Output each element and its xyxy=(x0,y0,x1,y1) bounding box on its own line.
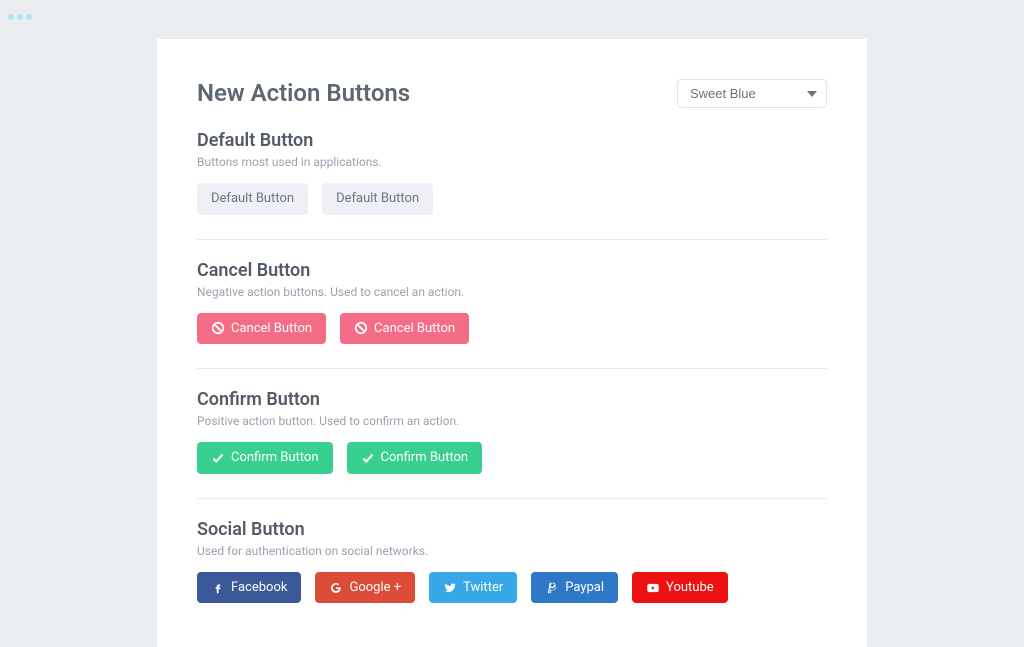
check-icon xyxy=(211,451,225,465)
paypal-icon xyxy=(545,581,559,595)
ban-icon xyxy=(354,321,368,335)
section-default-title: Default Button xyxy=(197,130,827,151)
cancel-button[interactable]: Cancel Button xyxy=(197,313,326,345)
youtube-icon xyxy=(646,581,660,595)
window-dots xyxy=(0,0,1024,29)
cancel-button[interactable]: Cancel Button xyxy=(340,313,469,345)
section-confirm: Confirm Button Positive action button. U… xyxy=(197,389,827,499)
twitter-icon xyxy=(443,581,457,595)
youtube-button[interactable]: Youtube xyxy=(632,572,728,604)
button-label: Cancel Button xyxy=(374,321,455,337)
facebook-icon xyxy=(211,581,225,595)
button-label: Default Button xyxy=(211,191,294,207)
section-cancel-desc: Negative action buttons. Used to cancel … xyxy=(197,285,827,299)
theme-select-wrap[interactable]: Sweet Blue xyxy=(677,79,827,108)
button-label: Default Button xyxy=(336,191,419,207)
ban-icon xyxy=(211,321,225,335)
twitter-button[interactable]: Twitter xyxy=(429,572,517,604)
section-cancel-title: Cancel Button xyxy=(197,260,827,281)
google-icon xyxy=(329,581,343,595)
button-label: Confirm Button xyxy=(381,450,469,466)
button-label: Twitter xyxy=(463,580,503,596)
section-default: Default Button Buttons most used in appl… xyxy=(197,130,827,240)
section-confirm-title: Confirm Button xyxy=(197,389,827,410)
default-button[interactable]: Default Button xyxy=(322,183,433,215)
button-label: Cancel Button xyxy=(231,321,312,337)
section-social: Social Button Used for authentication on… xyxy=(197,519,827,628)
page-title: New Action Buttons xyxy=(197,79,410,107)
button-label: Google + xyxy=(349,580,401,596)
default-button[interactable]: Default Button xyxy=(197,183,308,215)
confirm-button[interactable]: Confirm Button xyxy=(347,442,483,474)
google-button[interactable]: Google + xyxy=(315,572,415,604)
theme-select[interactable]: Sweet Blue xyxy=(677,79,827,108)
confirm-button[interactable]: Confirm Button xyxy=(197,442,333,474)
button-label: Paypal xyxy=(565,580,604,596)
section-default-desc: Buttons most used in applications. xyxy=(197,155,827,169)
button-label: Confirm Button xyxy=(231,450,319,466)
check-icon xyxy=(361,451,375,465)
section-confirm-desc: Positive action button. Used to confirm … xyxy=(197,414,827,428)
facebook-button[interactable]: Facebook xyxy=(197,572,301,604)
section-cancel: Cancel Button Negative action buttons. U… xyxy=(197,260,827,370)
button-label: Youtube xyxy=(666,580,714,596)
main-card: New Action Buttons Sweet Blue Default Bu… xyxy=(157,39,867,647)
paypal-button[interactable]: Paypal xyxy=(531,572,618,604)
section-social-title: Social Button xyxy=(197,519,827,540)
button-label: Facebook xyxy=(231,580,287,596)
section-social-desc: Used for authentication on social networ… xyxy=(197,544,827,558)
